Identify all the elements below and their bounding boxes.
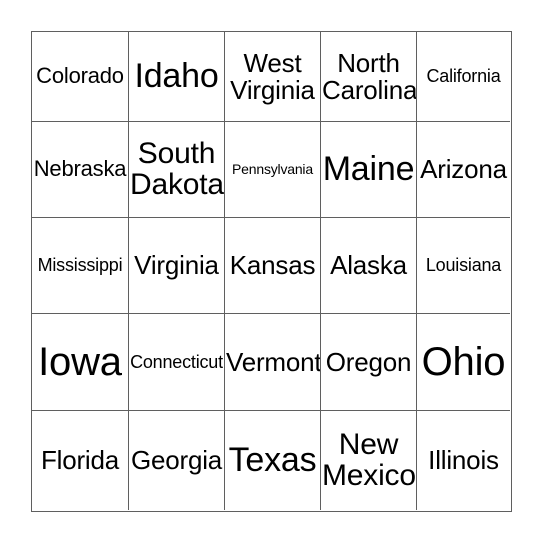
bingo-cell[interactable]: West Virginia (225, 32, 321, 122)
bingo-cell[interactable]: New Mexico (321, 411, 417, 510)
bingo-cell-label: Nebraska (33, 156, 127, 182)
bingo-cell-label: Illinois (428, 445, 499, 476)
bingo-cell[interactable]: Ohio (417, 314, 510, 411)
bingo-cell-label: Idaho (134, 57, 219, 96)
bingo-cell[interactable]: South Dakota (129, 122, 225, 218)
bingo-cell-label: Maine (322, 150, 415, 189)
bingo-cell-label: New Mexico (322, 427, 416, 492)
bingo-cell-label: South Dakota (130, 136, 224, 201)
bingo-cell[interactable]: Alaska (321, 218, 417, 314)
bingo-cell[interactable]: Florida (32, 411, 129, 510)
bingo-cell[interactable]: Texas (225, 411, 321, 510)
bingo-cell[interactable]: Arizona (417, 122, 510, 218)
bingo-cell[interactable]: Vermont (225, 314, 321, 411)
bingo-cell-label: Virginia (134, 250, 219, 281)
bingo-cell-label: Colorado (36, 63, 124, 89)
bingo-cell[interactable]: Kansas (225, 218, 321, 314)
bingo-cell[interactable]: Louisiana (417, 218, 510, 314)
bingo-cell-label: Kansas (229, 250, 316, 281)
bingo-cell-label: Connecticut (130, 351, 223, 372)
bingo-cell[interactable]: Oregon (321, 314, 417, 411)
bingo-card-grid: Colorado Idaho West Virginia North Carolina… (31, 31, 512, 512)
bingo-cell-label: Alaska (330, 250, 407, 281)
bingo-cell-label: North Carolina (322, 47, 417, 105)
bingo-cell[interactable]: Virginia (129, 218, 225, 314)
bingo-cell[interactable]: Iowa (32, 314, 129, 411)
bingo-cell[interactable]: Maine (321, 122, 417, 218)
bingo-cell-label: West Virginia (230, 47, 315, 105)
bingo-cell[interactable]: Colorado (32, 32, 129, 122)
bingo-cell[interactable]: Idaho (129, 32, 225, 122)
bingo-cell-label: Florida (40, 445, 120, 476)
bingo-cell[interactable]: Georgia (129, 411, 225, 510)
bingo-cell-label: Georgia (130, 445, 223, 476)
bingo-cell-label: Mississippi (37, 255, 123, 276)
bingo-cell[interactable]: Illinois (417, 411, 510, 510)
bingo-cell[interactable]: Connecticut (129, 314, 225, 411)
bingo-cell-label: Vermont (226, 346, 321, 377)
bingo-cell[interactable]: North Carolina (321, 32, 417, 122)
bingo-cell[interactable]: California (417, 32, 510, 122)
bingo-cell-label: Texas (228, 441, 317, 480)
bingo-cell-label: Iowa (38, 339, 122, 384)
bingo-cell-label: Arizona (420, 154, 507, 185)
bingo-cell[interactable]: Nebraska (32, 122, 129, 218)
bingo-cell-label: California (426, 66, 501, 87)
bingo-cell-label: Pennsylvania (232, 161, 313, 178)
bingo-cell-label: Oregon (325, 346, 412, 377)
bingo-cell[interactable]: Mississippi (32, 218, 129, 314)
bingo-cell-label: Louisiana (425, 255, 502, 276)
bingo-cell[interactable]: Pennsylvania (225, 122, 321, 218)
bingo-cell-label: Ohio (421, 339, 506, 384)
